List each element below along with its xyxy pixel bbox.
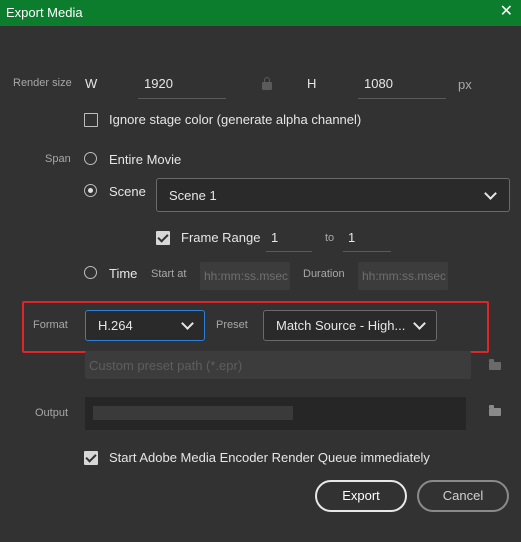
folder-icon[interactable] <box>489 359 501 370</box>
lock-icon[interactable] <box>262 77 272 90</box>
preset-dropdown-value: Match Source - High... <box>276 318 406 333</box>
format-dropdown[interactable]: H.264 <box>85 310 205 341</box>
close-icon[interactable]: ✕ <box>500 3 513 21</box>
cancel-button[interactable]: Cancel <box>417 480 509 512</box>
start-at-placeholder: hh:mm:ss.msec <box>204 269 289 283</box>
window-title: Export Media <box>6 5 83 20</box>
ignore-stage-label: Ignore stage color (generate alpha chann… <box>109 112 362 127</box>
output-label: Output <box>35 407 69 419</box>
custom-preset-placeholder: Custom preset path (*.epr) <box>89 358 243 373</box>
frame-range-label: Frame Range <box>181 230 261 245</box>
scene-radio[interactable] <box>84 184 97 197</box>
scene-label: Scene <box>109 184 146 199</box>
frame-range-from-input[interactable]: 1 <box>271 230 278 245</box>
scene-dropdown[interactable]: Scene 1 <box>156 178 510 212</box>
duration-placeholder: hh:mm:ss.msec <box>362 269 447 283</box>
preset-label: Preset <box>216 319 248 331</box>
duration-label: Duration <box>303 268 345 280</box>
folder-icon[interactable] <box>489 405 501 416</box>
start-at-label: Start at <box>151 268 187 280</box>
ignore-stage-checkbox[interactable] <box>84 113 98 127</box>
render-size-label: Render size <box>13 77 72 89</box>
width-input[interactable]: 1920 <box>144 76 173 91</box>
height-input[interactable]: 1080 <box>364 76 393 91</box>
height-input-underline <box>358 98 446 99</box>
frame-range-to-input[interactable]: 1 <box>348 230 355 245</box>
entire-movie-label: Entire Movie <box>109 152 182 167</box>
frame-from-underline <box>266 251 312 252</box>
preset-dropdown[interactable]: Match Source - High... <box>263 310 437 341</box>
output-path-redacted <box>93 406 293 420</box>
frame-to-underline <box>343 251 391 252</box>
scene-dropdown-value: Scene 1 <box>169 188 217 203</box>
start-queue-checkbox[interactable] <box>84 451 98 465</box>
frame-range-to-label: to <box>325 232 335 244</box>
chevron-down-icon <box>484 187 497 200</box>
height-label: H <box>307 76 317 91</box>
width-label: W <box>85 76 98 91</box>
start-at-input[interactable]: hh:mm:ss.msec <box>200 262 290 290</box>
duration-input[interactable]: hh:mm:ss.msec <box>358 262 448 290</box>
chevron-down-icon <box>413 317 426 330</box>
unit-label: px <box>458 77 472 92</box>
output-path-field[interactable] <box>85 397 466 430</box>
custom-preset-input[interactable]: Custom preset path (*.epr) <box>85 351 471 379</box>
width-input-underline <box>138 98 226 99</box>
format-label: Format <box>33 319 68 331</box>
time-radio[interactable] <box>84 266 97 279</box>
title-bar: Export Media ✕ <box>0 0 521 26</box>
export-button[interactable]: Export <box>315 480 407 512</box>
frame-range-checkbox[interactable] <box>156 231 170 245</box>
time-label: Time <box>109 266 138 281</box>
span-label: Span <box>45 153 71 165</box>
chevron-down-icon <box>181 317 194 330</box>
start-queue-label: Start Adobe Media Encoder Render Queue i… <box>109 450 430 465</box>
format-dropdown-value: H.264 <box>98 318 133 333</box>
entire-movie-radio[interactable] <box>84 152 97 165</box>
